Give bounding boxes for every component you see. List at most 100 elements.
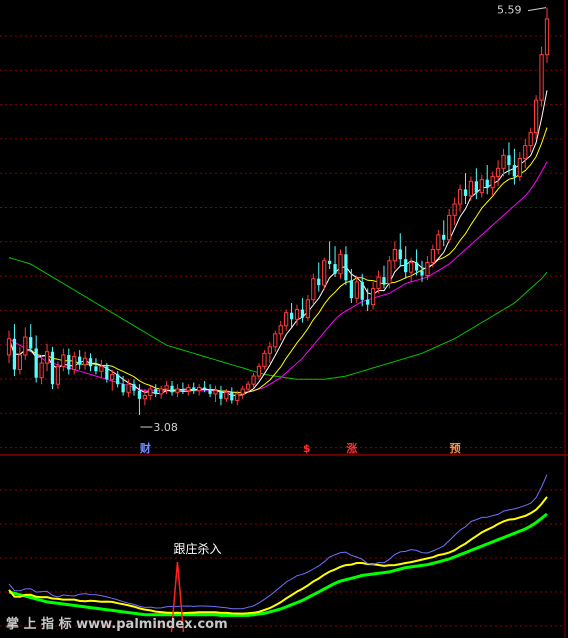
candle-body [447, 214, 452, 241]
min-price-label: 3.08 [153, 421, 178, 434]
event-marker-0: 财 [139, 441, 151, 455]
candle-body [436, 234, 441, 250]
candle-body [354, 281, 359, 299]
candle-body [528, 132, 533, 147]
watermark: 掌 上 指 标 www.palmindex.com [6, 616, 228, 632]
candle-body [534, 99, 539, 134]
candle-body [203, 387, 207, 390]
candle-body [159, 388, 164, 395]
candle-body [213, 390, 218, 395]
candle-body [305, 299, 311, 319]
candle-body [289, 312, 294, 320]
candle-body [224, 391, 229, 400]
candle-body [360, 281, 364, 300]
candle-body [539, 54, 544, 101]
ma10-line [8, 127, 548, 394]
candle-body [317, 278, 321, 286]
candle-body [376, 276, 381, 289]
candle-body [468, 180, 474, 197]
candlesticks [6, 7, 550, 416]
candle-body [463, 189, 468, 196]
ma5-line [8, 90, 548, 396]
candle-body [338, 253, 343, 275]
candle-body [67, 354, 71, 370]
candle-body [154, 389, 158, 394]
candle-body [501, 154, 506, 169]
candle-body [116, 374, 120, 385]
candle-body [181, 389, 185, 391]
candle-body [170, 385, 174, 393]
candle-body [349, 280, 353, 299]
candle-body [273, 333, 278, 348]
signal-label: 跟庄杀入 [173, 541, 221, 556]
candle-body [148, 388, 153, 397]
stock-chart: 5.59 3.08 财 $ 涨 预 跟庄杀入 掌 上 指 标 www.palminde… [0, 0, 568, 638]
candle-body [387, 260, 392, 285]
candle-body [366, 299, 370, 305]
candle-body [12, 338, 17, 370]
candle-body [284, 312, 289, 327]
candle-body [164, 385, 169, 390]
event-marker-2: 涨 [346, 441, 357, 455]
candle-body [192, 387, 196, 391]
candle-body [425, 261, 430, 276]
candle-body [55, 365, 61, 385]
candle-body [126, 383, 131, 393]
candle-body [105, 366, 109, 380]
candle-body [88, 358, 93, 367]
candle-body [457, 188, 463, 205]
candle-body [197, 386, 202, 392]
max-pointer [527, 7, 547, 12]
candle-body [409, 261, 414, 273]
candle-body [262, 352, 267, 367]
candle-body [452, 203, 457, 216]
candle-body [544, 18, 550, 56]
candle-body [219, 390, 223, 399]
candle-body [94, 366, 98, 372]
candle-body [517, 158, 522, 177]
candle-body [267, 346, 272, 354]
candle-body [398, 249, 402, 260]
candle-body [99, 365, 104, 372]
candle-body [490, 175, 495, 189]
candle-body [382, 277, 386, 284]
event-marker-3: 预 [450, 441, 461, 455]
candle-body [29, 337, 33, 349]
moving-average-lines [8, 90, 548, 396]
candle-body [34, 348, 38, 378]
candle-body [240, 388, 245, 395]
max-price-label: 5.59 [497, 4, 522, 17]
candle-body [235, 393, 240, 401]
candle-body [278, 325, 283, 335]
candle-body [186, 386, 191, 392]
event-marker-1: $ [303, 442, 311, 455]
candle-body [6, 338, 12, 356]
candle-body [132, 384, 136, 391]
candle-body [311, 278, 316, 301]
candle-body [245, 383, 251, 390]
candle-body [256, 365, 262, 377]
candle-body [474, 181, 478, 193]
candle-body [322, 260, 327, 286]
candle-body [370, 287, 376, 306]
candle-body [294, 309, 300, 320]
price-labels: 5.59 3.08 [140, 4, 547, 434]
candle-body [230, 392, 234, 401]
candle-body [251, 375, 256, 385]
candle-body [404, 259, 408, 273]
candle-body [17, 354, 22, 371]
candle-body [479, 179, 484, 194]
candle-body [420, 270, 424, 276]
candle-body [485, 179, 489, 188]
candle-body [333, 264, 337, 274]
event-markers: 财 $ 涨 预 [139, 441, 461, 455]
candle-body [23, 336, 28, 356]
candle-body [39, 362, 44, 379]
candle-body [327, 260, 332, 265]
candle-body [392, 248, 397, 262]
candle-body [175, 388, 180, 393]
indicator-line-a [8, 474, 548, 610]
candle-body [414, 262, 419, 271]
candle-body [430, 248, 436, 263]
indicator-line-b [8, 496, 548, 615]
